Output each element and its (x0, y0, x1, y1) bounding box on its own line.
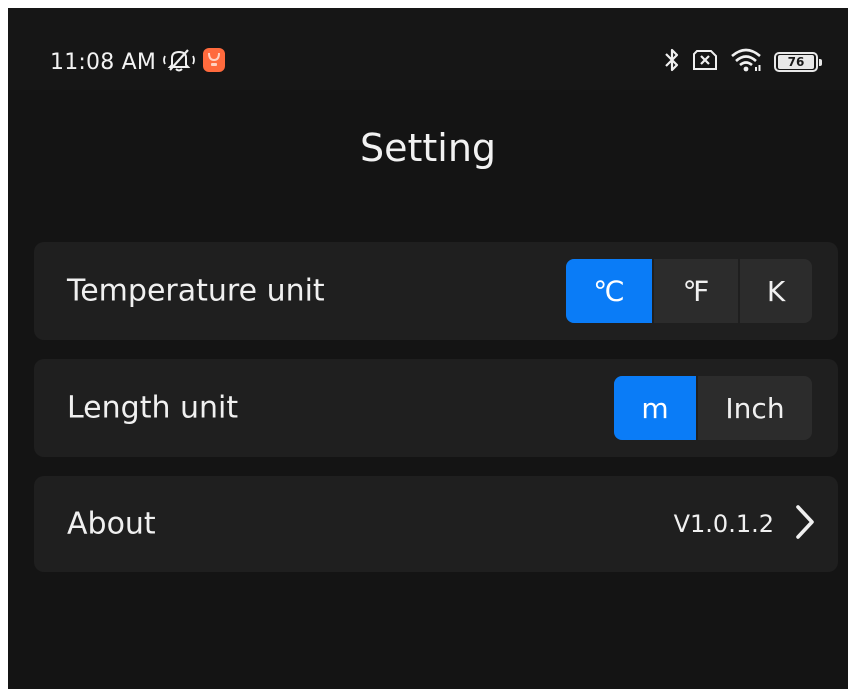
battery-icon: 76 (774, 52, 822, 72)
screen: 11:08 AM 76 Setting Temperature unit ℃ ℉… (8, 8, 848, 689)
temperature-unit-selector: ℃ ℉ K (566, 259, 812, 323)
status-left: 11:08 AM (50, 46, 226, 78)
celsius-option[interactable]: ℃ (566, 259, 652, 323)
length-unit-selector: m Inch (614, 376, 812, 440)
inch-option[interactable]: Inch (696, 376, 812, 440)
kelvin-option[interactable]: K (738, 259, 812, 323)
battery-level: 76 (778, 55, 814, 69)
about-row[interactable]: About V1.0.1.2 (34, 476, 838, 572)
chevron-right-icon (794, 504, 816, 544)
wifi-icon (730, 47, 762, 77)
app-notification-icon (202, 47, 226, 77)
about-label: About (67, 506, 156, 542)
status-time: 11:08 AM (50, 49, 157, 75)
app-version: V1.0.1.2 (673, 510, 774, 538)
sim-off-icon (692, 48, 718, 76)
temperature-unit-label: Temperature unit (67, 273, 325, 309)
length-unit-row: Length unit m Inch (34, 359, 838, 457)
page-title: Setting (359, 126, 497, 170)
length-unit-label: Length unit (67, 390, 239, 426)
bluetooth-icon (664, 47, 680, 77)
fahrenheit-option[interactable]: ℉ (652, 259, 738, 323)
temperature-unit-row: Temperature unit ℃ ℉ K (34, 242, 838, 340)
mute-icon (162, 47, 196, 77)
status-bar: 11:08 AM 76 (8, 8, 848, 90)
about-right: V1.0.1.2 (674, 504, 816, 544)
status-right: 76 (664, 46, 822, 78)
meter-option[interactable]: m (614, 376, 696, 440)
